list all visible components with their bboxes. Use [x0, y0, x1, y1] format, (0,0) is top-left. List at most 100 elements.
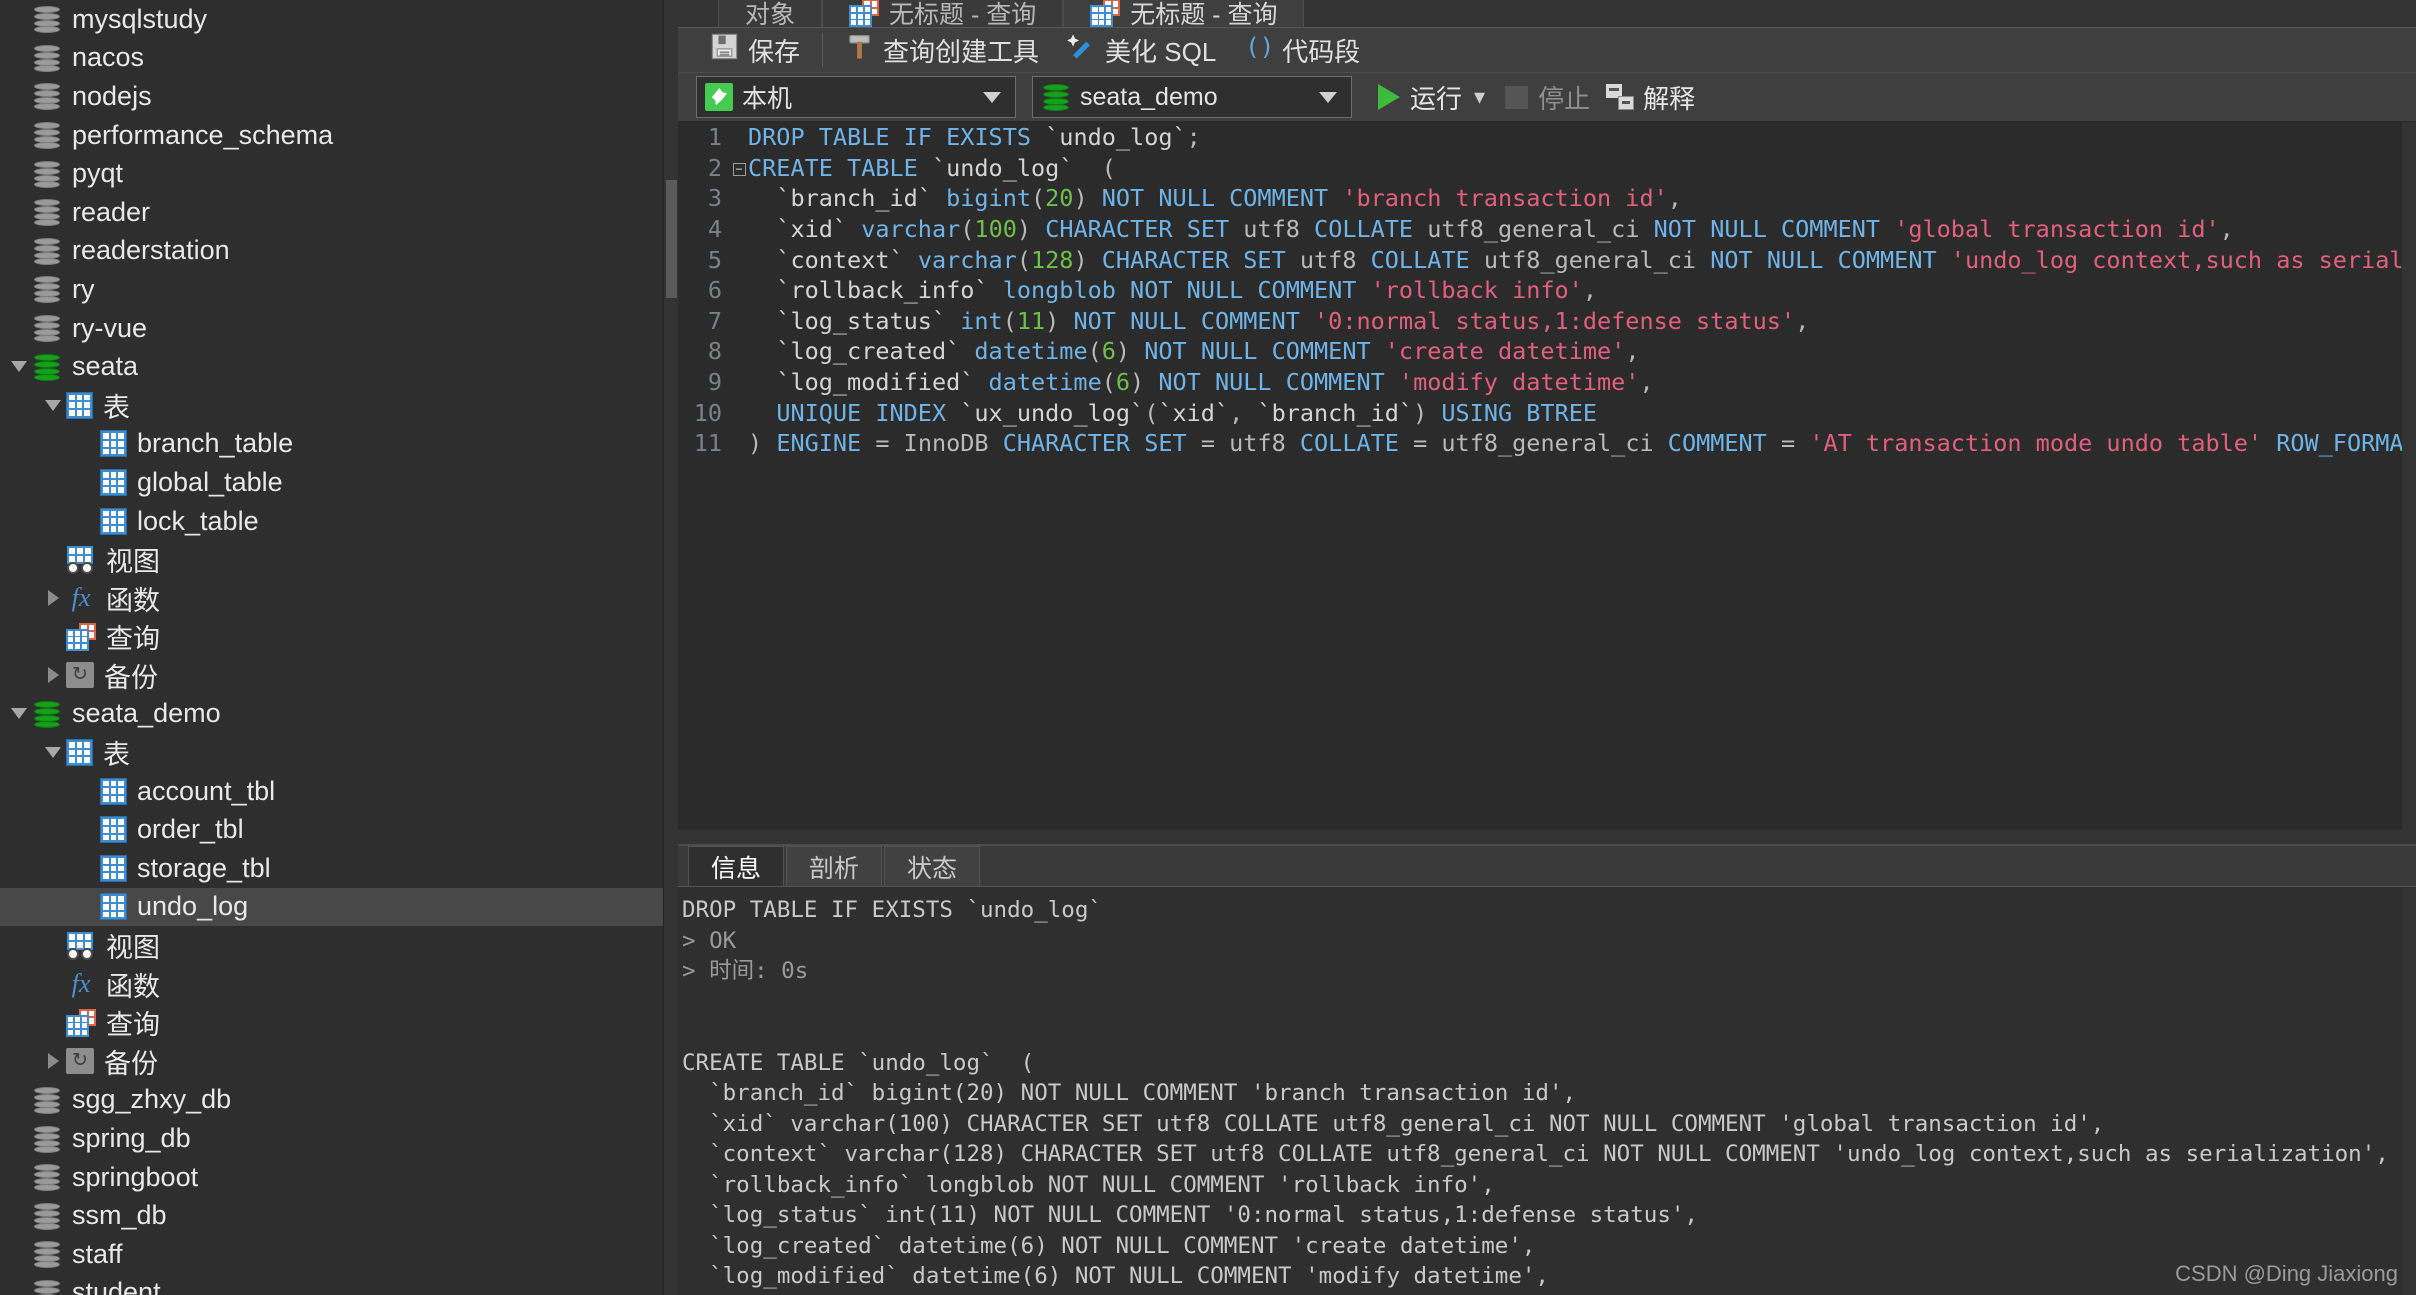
view-icon	[66, 931, 96, 960]
collapse-arrow-icon[interactable]	[6, 708, 32, 720]
result-tab-1[interactable]: 剖析	[786, 846, 883, 887]
tree-item[interactable]: ry	[0, 270, 678, 309]
result-scrollbar[interactable]	[2402, 888, 2416, 1295]
fold-toggle-icon[interactable]: −	[730, 153, 748, 184]
database-tree[interactable]: mysqlstudy nacos nodejs performance_sche…	[0, 0, 678, 1295]
tree-item[interactable]: ssm_db	[0, 1196, 678, 1235]
tree-item[interactable]: storage_tbl	[0, 849, 678, 888]
sql-editor-line[interactable]: 5 `context` varchar(128) CHARACTER SET u…	[678, 245, 2416, 276]
tree-item[interactable]: sgg_zhxy_db	[0, 1081, 678, 1120]
result-tab-2[interactable]: 状态	[884, 846, 981, 887]
tree-item[interactable]: ↻ 备份	[0, 1042, 678, 1081]
tree-item[interactable]: ↻ 备份	[0, 656, 678, 695]
expand-arrow-icon[interactable]	[40, 590, 66, 607]
run-dropdown-icon[interactable]: ▾	[1474, 84, 1485, 110]
tree-item[interactable]: 表	[0, 386, 678, 425]
connection-select[interactable]: 本机	[696, 76, 1016, 119]
tree-item-label: ry-vue	[72, 312, 148, 343]
sql-editor-line[interactable]: 2− CREATE TABLE `undo_log` (	[678, 153, 2416, 184]
explain-button[interactable]: 解释	[1600, 79, 1701, 116]
tab-query-1-label: 无标题 - 查询	[889, 1, 1037, 29]
tree-item[interactable]: 查询	[0, 1003, 678, 1042]
sql-editor-line[interactable]: 7 `log_status` int(11) NOT NULL COMMENT …	[678, 306, 2416, 337]
tree-item-selected[interactable]: undo_log	[0, 887, 678, 927]
line-number: 4	[707, 214, 722, 243]
save-button[interactable]: 保存	[696, 28, 814, 72]
collapse-arrow-icon[interactable]	[40, 747, 66, 759]
tree-item[interactable]: readerstation	[0, 232, 678, 271]
editor-horizontal-scrollbar[interactable]	[678, 830, 2416, 845]
tree-item[interactable]: mysqlstudy	[0, 0, 678, 39]
query-toolbar[interactable]: 保存 查询创建工具 美化 SQL () 代码段	[678, 28, 2416, 73]
expand-arrow-icon[interactable]	[40, 1053, 66, 1070]
sql-editor-line[interactable]: 4 `xid` varchar(100) CHARACTER SET utf8 …	[678, 214, 2416, 245]
database-gray-icon	[32, 1201, 62, 1231]
sql-editor-line[interactable]: 8 `log_created` datetime(6) NOT NULL COM…	[678, 336, 2416, 367]
sql-editor-line[interactable]: 3 `branch_id` bigint(20) NOT NULL COMMEN…	[678, 183, 2416, 214]
collapse-arrow-icon[interactable]	[40, 399, 66, 411]
tree-item[interactable]: spring_db	[0, 1119, 678, 1158]
database-navigator-sidebar[interactable]: mysqlstudy nacos nodejs performance_sche…	[0, 0, 678, 1295]
sql-editor-lines[interactable]: 1 DROP TABLE IF EXISTS `undo_log`; 2− CREAT…	[678, 122, 2416, 459]
run-button[interactable]: 运行 ▾	[1368, 79, 1495, 116]
tab-query-2[interactable]: 无标题 - 查询	[1063, 0, 1305, 29]
query-icon	[66, 1008, 96, 1037]
tab-query-1[interactable]: 无标题 - 查询	[822, 0, 1064, 29]
result-tab-label: 剖析	[809, 854, 860, 883]
tree-item[interactable]: staff	[0, 1235, 678, 1274]
sql-editor-line[interactable]: 6 `rollback_info` longblob NOT NULL COMM…	[678, 275, 2416, 306]
tree-item[interactable]: 视图	[0, 926, 678, 965]
query-builder-button[interactable]: 查询创建工具	[831, 28, 1053, 72]
database-green-icon	[1041, 82, 1071, 112]
tree-item[interactable]: order_tbl	[0, 810, 678, 849]
tree-item[interactable]: fx 函数	[0, 965, 678, 1004]
tree-item[interactable]: ry-vue	[0, 309, 678, 348]
tree-item[interactable]: pyqt	[0, 154, 678, 193]
snippet-button[interactable]: ( ) 代码段	[1230, 28, 1374, 72]
tree-item-label: 备份	[104, 662, 158, 693]
tree-item-label: 备份	[104, 1048, 158, 1079]
tree-item[interactable]: fx 函数	[0, 579, 678, 618]
connection-toolbar[interactable]: 本机 seata_demo 运行 ▾ 停止 解释	[678, 73, 2416, 123]
beautify-sql-button[interactable]: 美化 SQL	[1053, 28, 1230, 72]
tree-item[interactable]: springboot	[0, 1158, 678, 1197]
tree-item[interactable]: 视图	[0, 540, 678, 579]
expand-arrow-icon[interactable]	[40, 667, 66, 684]
tree-item[interactable]: nodejs	[0, 77, 678, 116]
tree-item[interactable]: 查询	[0, 618, 678, 657]
tree-item[interactable]: branch_table	[0, 425, 678, 464]
tree-item[interactable]: account_tbl	[0, 772, 678, 811]
collapse-arrow-icon[interactable]	[6, 361, 32, 373]
sidebar-scrollbar[interactable]	[664, 0, 678, 1295]
sql-editor-line[interactable]: 10 UNIQUE INDEX `ux_undo_log`(`xid`, `br…	[678, 398, 2416, 429]
tree-item[interactable]: student	[0, 1274, 678, 1295]
tree-item[interactable]: seata_demo	[0, 695, 678, 734]
tab-strip[interactable]: 对象 无标题 - 查询 无标题 - 查询	[678, 0, 2416, 29]
tab-object[interactable]: 对象	[718, 0, 823, 29]
tree-item[interactable]: lock_table	[0, 502, 678, 541]
tree-item[interactable]: 表	[0, 733, 678, 772]
tree-item[interactable]: performance_schema	[0, 116, 678, 155]
result-tab-0[interactable]: 信息	[688, 846, 785, 887]
sql-editor[interactable]: 1 DROP TABLE IF EXISTS `undo_log`; 2− CREAT…	[678, 122, 2416, 845]
tree-item[interactable]: seata	[0, 347, 678, 386]
table-icon	[100, 777, 127, 805]
tree-item[interactable]: nacos	[0, 39, 678, 78]
chevron-down-icon[interactable]	[983, 91, 1001, 103]
sql-editor-line[interactable]: 1 DROP TABLE IF EXISTS `undo_log`;	[678, 122, 2416, 153]
result-tabs[interactable]: 信息 剖析 状态	[678, 846, 2416, 888]
chevron-down-icon[interactable]	[1319, 91, 1337, 103]
sidebar-scrollbar-thumb[interactable]	[666, 180, 677, 298]
tree-item[interactable]: global_table	[0, 463, 678, 502]
editor-vertical-scrollbar[interactable]	[2402, 122, 2416, 845]
navicat-window: mysqlstudy nacos nodejs performance_sche…	[0, 0, 2416, 1295]
tree-item-label: 查询	[106, 1010, 160, 1041]
database-select[interactable]: seata_demo	[1032, 76, 1352, 119]
tree-item[interactable]: reader	[0, 193, 678, 232]
sql-editor-line[interactable]: 9 `log_modified` datetime(6) NOT NULL CO…	[678, 367, 2416, 398]
sql-editor-line[interactable]: 11) ENGINE = InnoDB CHARACTER SET = utf8…	[678, 428, 2416, 459]
line-number: 3	[707, 184, 722, 213]
